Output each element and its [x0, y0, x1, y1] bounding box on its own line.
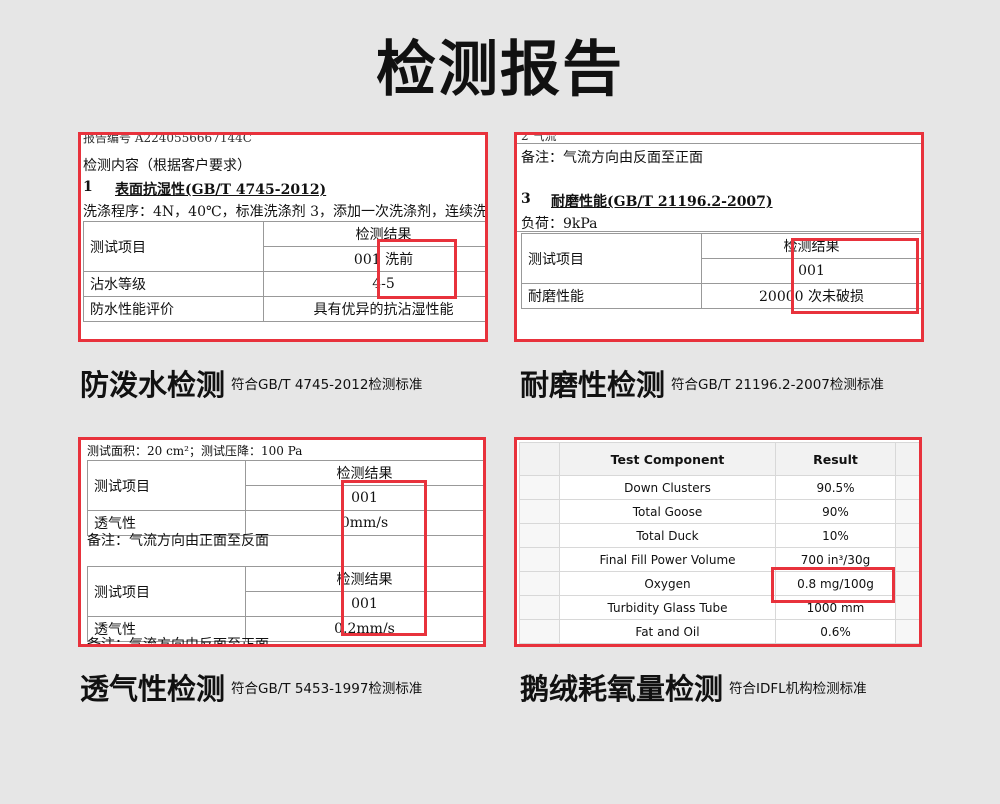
section-title: 表面抗湿性(GB/T 4745-2012) — [115, 182, 327, 198]
table-row: Down Clusters 90.5% — [519, 475, 919, 500]
result-highlight-box — [791, 238, 919, 314]
caption-standard: 符合GB/T 21196.2-2007检测标准 — [671, 377, 884, 393]
component-result: 90% — [775, 499, 896, 524]
component-result: 0.6% — [775, 619, 896, 644]
component-result: 90.5% — [775, 475, 896, 500]
row-label: 耐磨性能 — [521, 283, 702, 309]
caption-title: 耐磨性检测 — [520, 368, 666, 402]
oxygen-highlight-box — [771, 567, 895, 603]
table-row: Total Duck 10% — [519, 523, 919, 548]
load-value: 负荷：9kPa — [521, 216, 598, 232]
item-header: 测试项目 — [87, 566, 246, 617]
caption-abrasion: 耐磨性检测 符合GB/T 21196.2-2007检测标准 — [520, 362, 884, 404]
component-name: Total Duck — [559, 523, 776, 548]
airflow-note: 备注：气流方向由正面至反面 — [87, 533, 269, 549]
airflow-note: 备注：气流方向由反面至正面 — [87, 637, 269, 647]
abrasion-report-panel: 2 气流 备注：气流方向由反面至正面 3 耐磨性能(GB/T 21196.2-2… — [514, 132, 924, 342]
component-name: Turbidity Glass Tube — [559, 595, 776, 620]
component-name: Down Clusters — [559, 475, 776, 500]
section-number: 1 — [83, 179, 93, 195]
item-header: 测试项目 — [83, 221, 264, 272]
breathability-report-panel: 测试面积：20 cm²；测试压降：100 Pa 测试项目 检测结果 001 透气… — [78, 437, 486, 647]
caption-standard: 符合GB/T 4745-2012检测标准 — [231, 377, 423, 393]
down-results-table: Test Component Result Down Clusters 90.5… — [519, 442, 919, 644]
table-edge-line — [517, 143, 921, 144]
test-content-line: 检测内容（根据客户要求） — [83, 158, 251, 174]
item-header: 测试项目 — [521, 233, 702, 284]
component-header: Test Component — [559, 442, 776, 476]
result-header: Result — [775, 442, 896, 476]
component-name: Total Goose — [559, 499, 776, 524]
table-row: Total Goose 90% — [519, 499, 919, 524]
caption-title: 鹅绒耗氧量检测 — [520, 672, 724, 706]
row-label: 沾水等级 — [83, 271, 264, 297]
component-name: Fat and Oil — [559, 619, 776, 644]
waterproof-report-panel: 报告编号 A2240556667144C 检测内容（根据客户要求） 1 表面抗湿… — [78, 132, 488, 342]
table-row: Fat and Oil 0.6% — [519, 619, 919, 644]
row-value: 具有优异的抗沾湿性能 — [263, 296, 485, 322]
caption-standard: 符合GB/T 5453-1997检测标准 — [231, 681, 423, 697]
table-divider — [517, 231, 921, 232]
wash-procedure: 洗涤程序：4N，40℃，标准洗涤剂 3，添加一次洗涤剂，连续洗 — [83, 204, 487, 220]
result-highlight-box — [377, 239, 457, 299]
section-title: 耐磨性能(GB/T 21196.2-2007) — [551, 194, 773, 210]
component-name: Oxygen — [559, 571, 776, 596]
component-name: Final Fill Power Volume — [559, 547, 776, 572]
caption-waterproof: 防泼水检测 符合GB/T 4745-2012检测标准 — [80, 362, 422, 404]
test-parameters: 测试面积：20 cm²；测试压降：100 Pa — [87, 444, 303, 458]
caption-breathability: 透气性检测 符合GB/T 5453-1997检测标准 — [80, 666, 422, 708]
result-highlight-box — [341, 480, 427, 636]
item-header: 测试项目 — [87, 460, 246, 511]
caption-standard: 符合IDFL机构检测标准 — [729, 681, 867, 697]
component-result: 10% — [775, 523, 896, 548]
down-test-panel: Test Component Result Down Clusters 90.5… — [514, 437, 922, 647]
caption-title: 透气性检测 — [80, 672, 226, 706]
page-title: 检测报告 — [376, 35, 624, 105]
section-number: 3 — [521, 191, 531, 207]
row-label: 防水性能评价 — [83, 296, 264, 322]
caption-title: 防泼水检测 — [80, 368, 226, 402]
report-number: 报告编号 A2240556667144C — [83, 132, 252, 145]
caption-down-oxygen: 鹅绒耗氧量检测 符合IDFL机构检测标准 — [520, 666, 867, 708]
airflow-note: 备注：气流方向由反面至正面 — [521, 150, 703, 166]
